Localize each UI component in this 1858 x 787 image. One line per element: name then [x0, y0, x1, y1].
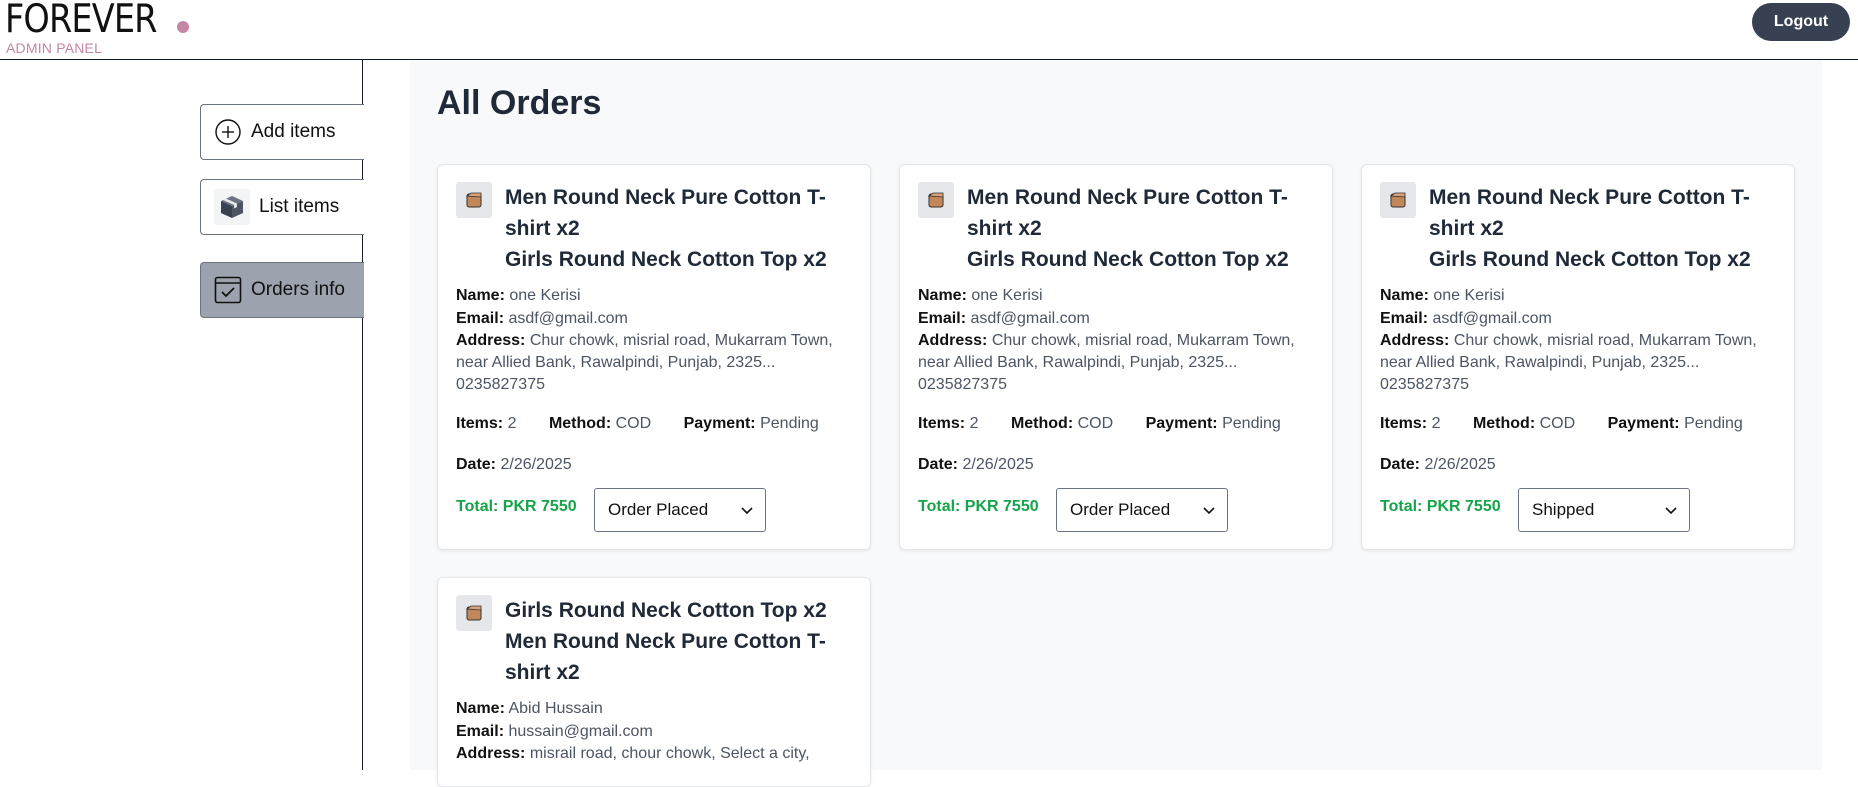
add-circle-icon: [214, 118, 242, 146]
order-items: Girls Round Neck Cotton Top x2 Men Round…: [505, 595, 860, 688]
payment-method: COD: [1539, 415, 1576, 432]
customer-email: Email: asdf@gmail.com: [456, 310, 628, 327]
sidebar-item-label: Add items: [251, 121, 336, 142]
customer-phone: 0235827375: [1380, 376, 1469, 393]
parcel-icon: [456, 595, 492, 631]
customer-email: Email: hussain@gmail.com: [456, 723, 653, 740]
status-value: Order Placed: [608, 500, 709, 519]
customer-name: Name: one Kerisi: [1380, 287, 1505, 304]
customer-email: Email: asdf@gmail.com: [918, 310, 1090, 327]
logo-text: FOREVER: [5, 0, 157, 42]
customer-email: Email: asdf@gmail.com: [1380, 310, 1552, 327]
order-meta: Items: 2 Method: COD Payment: Pending: [1380, 415, 1743, 432]
customer-phone: 0235827375: [918, 376, 1007, 393]
order-items: Men Round Neck Pure Cotton T-shirt x2 Gi…: [967, 182, 1322, 275]
main-content: All Orders Men Round Neck Pure Cotton T-…: [410, 60, 1822, 787]
payment-status: Pending: [760, 415, 819, 432]
sidebar-item-label: Orders info: [251, 279, 345, 300]
status-value: Shipped: [1532, 500, 1595, 519]
order-items: Men Round Neck Pure Cotton T-shirt x2 Gi…: [1429, 182, 1784, 275]
customer-name: Name: one Kerisi: [456, 287, 581, 304]
order-item: Men Round Neck Pure Cotton T-shirt x2: [967, 186, 1288, 240]
logo: FOREVER ADMIN PANEL: [5, 0, 189, 56]
item-count: 2: [1431, 415, 1441, 432]
order-card: Girls Round Neck Cotton Top x2 Men Round…: [437, 577, 871, 787]
order-total: Total: PKR 7550: [456, 498, 577, 515]
customer-address: Address: Chur chowk, misrial road, Mukar…: [1380, 332, 1757, 371]
box-icon: [214, 189, 250, 225]
order-card: Men Round Neck Pure Cotton T-shirt x2 Gi…: [899, 164, 1333, 550]
order-date: Date: 2/26/2025: [1380, 456, 1496, 473]
order-item: Girls Round Neck Cotton Top x2: [1429, 248, 1751, 271]
customer-name: Name: Abid Hussain: [456, 700, 603, 717]
customer-address: Address: Chur chowk, misrial road, Mukar…: [918, 332, 1295, 371]
payment-status: Pending: [1222, 415, 1281, 432]
payment-status: Pending: [1684, 415, 1743, 432]
order-status-select[interactable]: Shipped: [1518, 488, 1690, 532]
order-total: Total: PKR 7550: [1380, 498, 1501, 515]
chevron-down-icon: [1203, 507, 1215, 515]
chevron-down-icon: [741, 507, 753, 515]
order-item: Men Round Neck Pure Cotton T-shirt x2: [505, 630, 826, 684]
page-title: All Orders: [437, 84, 602, 122]
order-meta: Items: 2 Method: COD Payment: Pending: [456, 415, 819, 432]
order-card: Men Round Neck Pure Cotton T-shirt x2 Gi…: [437, 164, 871, 550]
logout-button[interactable]: Logout: [1752, 3, 1850, 41]
item-count: 2: [507, 415, 517, 432]
checkbox-icon: [214, 276, 242, 304]
parcel-icon: [456, 182, 492, 218]
order-item: Girls Round Neck Cotton Top x2: [967, 248, 1289, 271]
sidebar: Add items List items Orders info: [0, 60, 364, 770]
chevron-down-icon: [1665, 507, 1677, 515]
customer-address: Address: misrail road, chour chowk, Sele…: [456, 745, 810, 762]
order-item: Girls Round Neck Cotton Top x2: [505, 599, 827, 622]
item-count: 2: [969, 415, 979, 432]
status-value: Order Placed: [1070, 500, 1171, 519]
sidebar-item-add-items[interactable]: Add items: [200, 104, 364, 160]
order-item: Girls Round Neck Cotton Top x2: [505, 248, 827, 271]
order-total: Total: PKR 7550: [918, 498, 1039, 515]
sidebar-item-orders-info[interactable]: Orders info: [200, 262, 364, 318]
order-items: Men Round Neck Pure Cotton T-shirt x2 Gi…: [505, 182, 860, 275]
customer-address: Address: Chur chowk, misrial road, Mukar…: [456, 332, 833, 371]
logo-dot: [177, 21, 189, 33]
payment-method: COD: [1077, 415, 1114, 432]
payment-method: COD: [615, 415, 652, 432]
order-status-select[interactable]: Order Placed: [594, 488, 766, 532]
order-item: Men Round Neck Pure Cotton T-shirt x2: [505, 186, 826, 240]
sidebar-item-list-items[interactable]: List items: [200, 179, 364, 235]
sidebar-item-label: List items: [259, 196, 340, 217]
logo-subtitle: ADMIN PANEL: [6, 40, 103, 56]
customer-name: Name: one Kerisi: [918, 287, 1043, 304]
customer-phone: 0235827375: [456, 376, 545, 393]
order-date: Date: 2/26/2025: [456, 456, 572, 473]
order-card: Men Round Neck Pure Cotton T-shirt x2 Gi…: [1361, 164, 1795, 550]
top-header: FOREVER ADMIN PANEL Logout: [0, 0, 1858, 60]
order-status-select[interactable]: Order Placed: [1056, 488, 1228, 532]
parcel-icon: [918, 182, 954, 218]
parcel-icon: [1380, 182, 1416, 218]
order-item: Men Round Neck Pure Cotton T-shirt x2: [1429, 186, 1750, 240]
order-meta: Items: 2 Method: COD Payment: Pending: [918, 415, 1281, 432]
order-date: Date: 2/26/2025: [918, 456, 1034, 473]
